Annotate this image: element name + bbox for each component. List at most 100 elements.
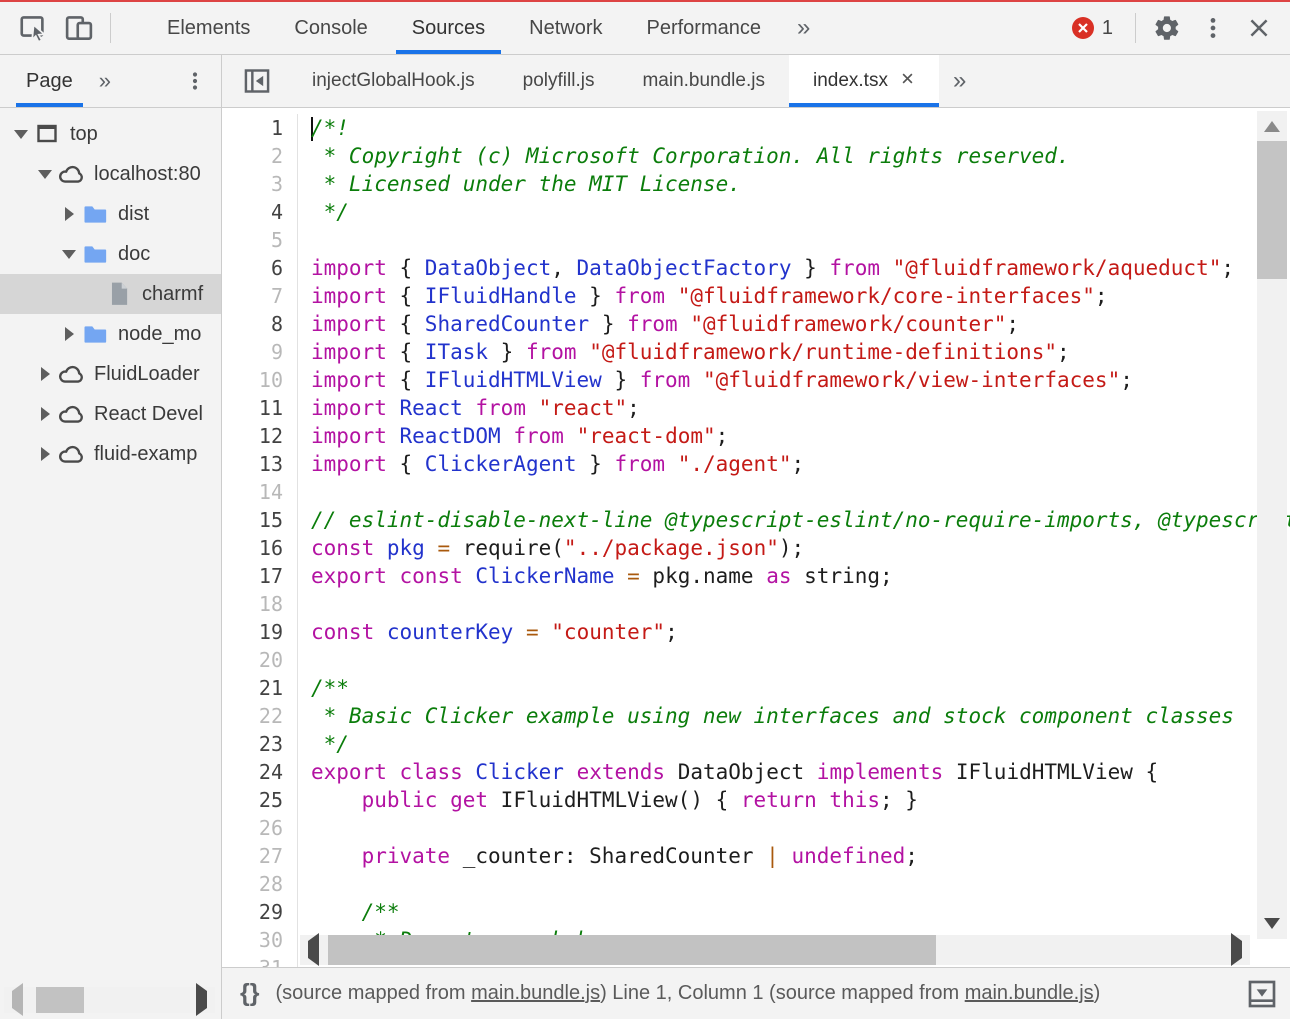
scroll-up-arrow[interactable] xyxy=(1264,121,1280,132)
scroll-right-arrow[interactable] xyxy=(196,991,207,1009)
code-line-content[interactable]: */ xyxy=(298,730,349,758)
line-number[interactable]: 7 xyxy=(222,282,298,310)
code-line-content[interactable]: import { DataObject, DataObjectFactory }… xyxy=(298,254,1234,282)
scroll-down-arrow[interactable] xyxy=(1264,918,1280,929)
device-toolbar-button[interactable] xyxy=(56,5,102,51)
code-line-content[interactable]: * Licensed under the MIT License. xyxy=(298,170,741,198)
code-line-content[interactable]: import React from "react"; xyxy=(298,394,640,422)
file-tab-injectglobalhook-js[interactable]: injectGlobalHook.js xyxy=(288,55,499,107)
code-line-content[interactable] xyxy=(298,226,311,254)
chevron-right-icon[interactable] xyxy=(58,207,80,221)
sidebar-horizontal-scrollbar[interactable] xyxy=(4,987,215,1013)
source-map-link[interactable]: main.bundle.js xyxy=(471,982,600,1004)
code-line-content[interactable]: export class Clicker extends DataObject … xyxy=(298,758,1158,786)
chevron-right-icon[interactable] xyxy=(34,407,56,421)
code-line-content[interactable] xyxy=(298,814,311,842)
file-tab-index-tsx[interactable]: index.tsx xyxy=(789,55,939,107)
tree-item-fluid-examp[interactable]: fluid-examp xyxy=(0,434,221,474)
line-number[interactable]: 17 xyxy=(222,562,298,590)
hide-navigator-icon[interactable] xyxy=(234,58,280,104)
tree-item-dist[interactable]: dist xyxy=(0,194,221,234)
line-number[interactable]: 14 xyxy=(222,478,298,506)
code-line-content[interactable]: */ xyxy=(298,198,349,226)
scrollbar-thumb[interactable] xyxy=(36,987,84,1013)
line-number[interactable]: 31 xyxy=(222,954,298,967)
line-number[interactable]: 30 xyxy=(222,926,298,954)
close-devtools-icon[interactable] xyxy=(1236,5,1282,51)
line-number[interactable]: 5 xyxy=(222,226,298,254)
scrollbar-thumb[interactable] xyxy=(1257,141,1287,279)
tab-elements[interactable]: Elements xyxy=(145,2,272,54)
code-line-content[interactable]: /*! xyxy=(298,114,349,142)
code-line-content[interactable]: public get IFluidHTMLView() { return thi… xyxy=(298,786,918,814)
file-tab-polyfill-js[interactable]: polyfill.js xyxy=(499,55,619,107)
inspect-element-button[interactable] xyxy=(10,5,56,51)
pretty-print-icon[interactable]: {} xyxy=(240,979,259,1008)
code-line-content[interactable]: export const ClickerName = pkg.name as s… xyxy=(298,562,893,590)
code-line-content[interactable]: // eslint-disable-next-line @typescript-… xyxy=(298,506,1290,534)
chevron-right-icon[interactable] xyxy=(58,327,80,341)
line-number[interactable]: 3 xyxy=(222,170,298,198)
line-number[interactable]: 19 xyxy=(222,618,298,646)
code-line-content[interactable]: import ReactDOM from "react-dom"; xyxy=(298,422,728,450)
chevron-down-icon[interactable] xyxy=(10,130,32,139)
chevron-right-icon[interactable] xyxy=(34,447,56,461)
line-number[interactable]: 20 xyxy=(222,646,298,674)
file-tab-main-bundle-js[interactable]: main.bundle.js xyxy=(618,55,789,107)
code-line-content[interactable]: private _counter: SharedCounter | undefi… xyxy=(298,842,918,870)
tab-sources[interactable]: Sources xyxy=(390,2,507,54)
line-number[interactable]: 27 xyxy=(222,842,298,870)
line-number[interactable]: 9 xyxy=(222,338,298,366)
scroll-left-arrow[interactable] xyxy=(308,941,319,959)
line-number[interactable]: 16 xyxy=(222,534,298,562)
tree-item-localhost-80[interactable]: localhost:80 xyxy=(0,154,221,194)
chevron-down-icon[interactable] xyxy=(34,170,56,179)
chevron-down-icon[interactable] xyxy=(58,250,80,259)
code-line-content[interactable]: import { SharedCounter } from "@fluidfra… xyxy=(298,310,1019,338)
editor-vertical-scrollbar[interactable] xyxy=(1257,111,1287,939)
line-number[interactable]: 4 xyxy=(222,198,298,226)
more-navigator-tabs-icon[interactable]: » xyxy=(99,68,111,94)
line-number[interactable]: 8 xyxy=(222,310,298,338)
settings-gear-icon[interactable] xyxy=(1144,5,1190,51)
tree-item-top[interactable]: top xyxy=(0,114,221,154)
line-number[interactable]: 10 xyxy=(222,366,298,394)
code-line-content[interactable]: /** xyxy=(298,674,349,702)
tree-item-node-mo[interactable]: node_mo xyxy=(0,314,221,354)
code-line-content[interactable]: import { ITask } from "@fluidframework/r… xyxy=(298,338,1070,366)
more-panels-icon[interactable]: » xyxy=(783,14,824,42)
tab-page[interactable]: Page xyxy=(22,55,77,107)
navigator-menu-icon[interactable] xyxy=(183,69,207,93)
chevron-right-icon[interactable] xyxy=(34,367,56,381)
line-number[interactable]: 13 xyxy=(222,450,298,478)
editor-horizontal-scrollbar[interactable] xyxy=(300,935,1250,965)
line-number[interactable]: 28 xyxy=(222,870,298,898)
code-line-content[interactable] xyxy=(298,590,311,618)
code-line-content[interactable] xyxy=(298,646,311,674)
code-line-content[interactable]: import { ClickerAgent } from "./agent"; xyxy=(298,450,804,478)
tab-network[interactable]: Network xyxy=(507,2,624,54)
source-map-link[interactable]: main.bundle.js xyxy=(965,982,1094,1004)
code-line-content[interactable]: import { IFluidHandle } from "@fluidfram… xyxy=(298,282,1108,310)
more-file-tabs-icon[interactable]: » xyxy=(939,67,980,95)
line-number[interactable]: 2 xyxy=(222,142,298,170)
code-line-content[interactable]: /** xyxy=(298,898,400,926)
tab-console[interactable]: Console xyxy=(272,2,389,54)
code-line-content[interactable]: import { IFluidHTMLView } from "@fluidfr… xyxy=(298,366,1133,394)
close-tab-icon[interactable] xyxy=(900,70,915,92)
line-number[interactable]: 23 xyxy=(222,730,298,758)
scroll-left-arrow[interactable] xyxy=(12,991,23,1009)
tree-item-fluidloader[interactable]: FluidLoader xyxy=(0,354,221,394)
tab-performance[interactable]: Performance xyxy=(625,2,784,54)
code-line-content[interactable]: const counterKey = "counter"; xyxy=(298,618,678,646)
line-number[interactable]: 11 xyxy=(222,394,298,422)
line-number[interactable]: 24 xyxy=(222,758,298,786)
tree-item-react-devel[interactable]: React Devel xyxy=(0,394,221,434)
line-number[interactable]: 21 xyxy=(222,674,298,702)
line-number[interactable]: 12 xyxy=(222,422,298,450)
line-number[interactable]: 18 xyxy=(222,590,298,618)
source-editor[interactable]: 1/*!2 * Copyright (c) Microsoft Corporat… xyxy=(222,108,1290,967)
error-badge[interactable]: 1 xyxy=(1072,17,1113,40)
tree-item-charmf[interactable]: charmf xyxy=(0,274,221,314)
code-line-content[interactable]: const pkg = require("../package.json"); xyxy=(298,534,804,562)
